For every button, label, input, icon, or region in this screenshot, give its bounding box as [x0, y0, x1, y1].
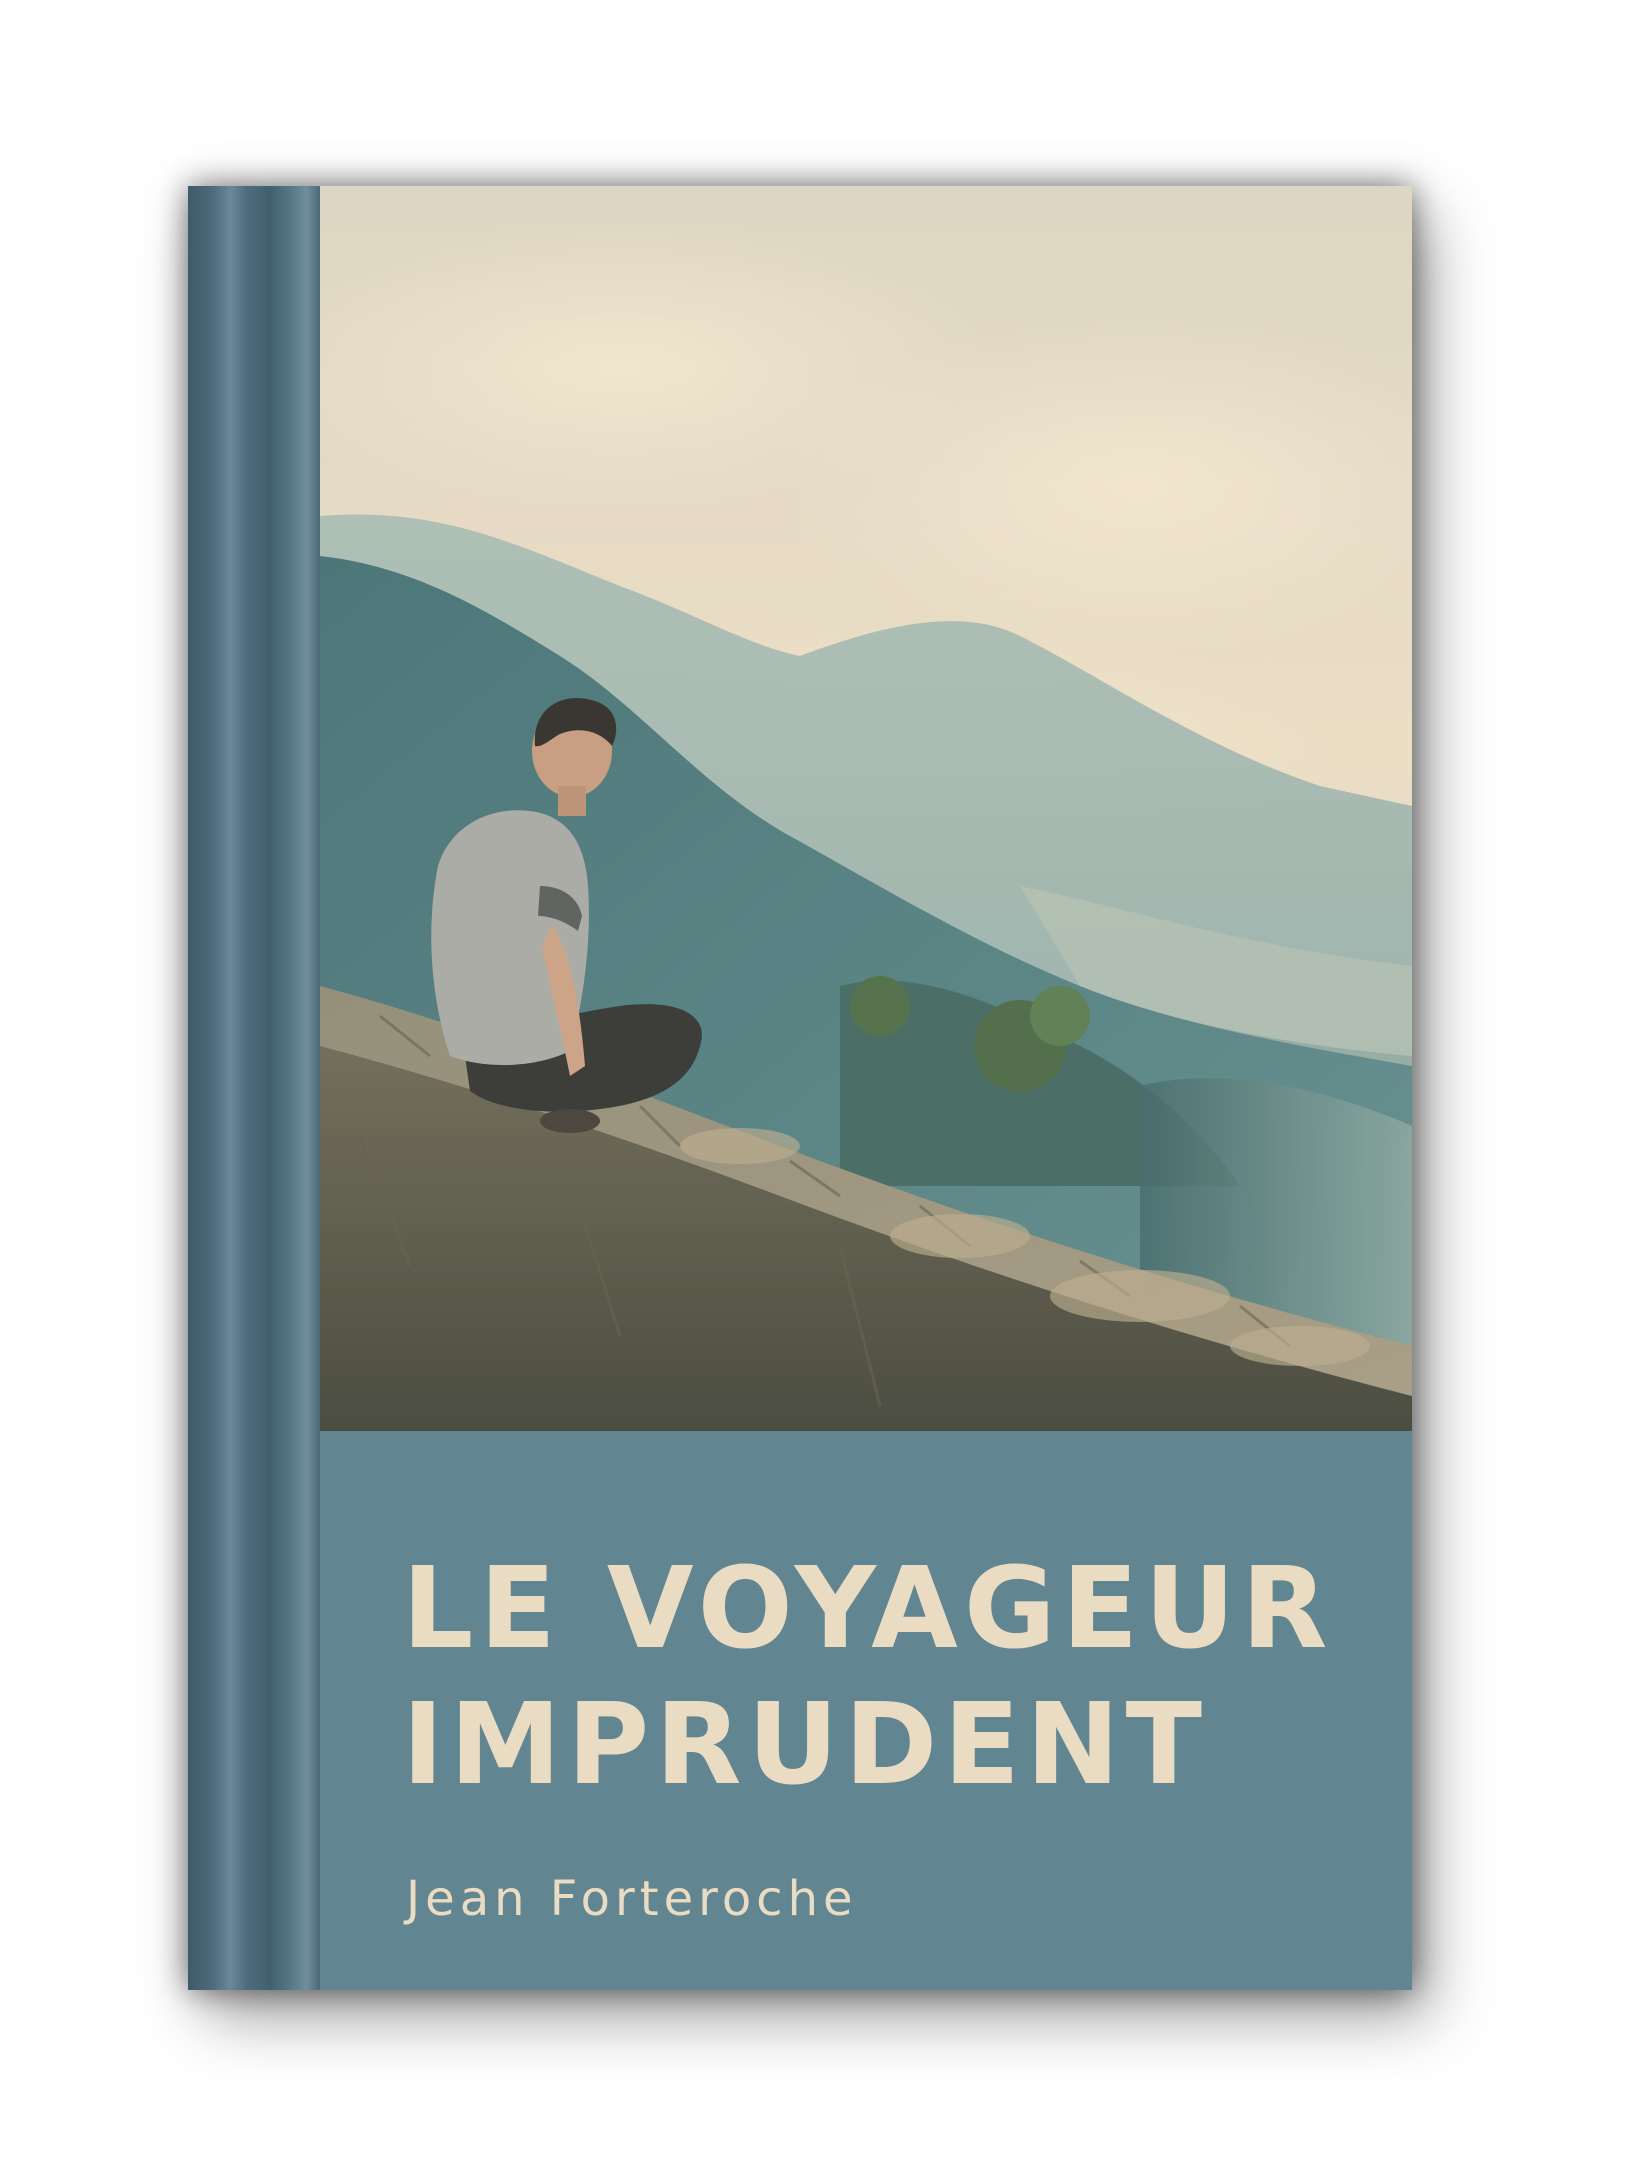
book-spine — [188, 186, 320, 1990]
title-line-1: LE VOYAGEUR — [402, 1544, 1334, 1674]
title-line-2: IMPRUDENT — [402, 1680, 1209, 1810]
book-cover: LE VOYAGEUR IMPRUDENT Jean Forteroche — [188, 186, 1412, 1990]
cover-photo — [320, 186, 1412, 1431]
cover-illustration — [320, 186, 1412, 1431]
title-panel: LE VOYAGEUR IMPRUDENT Jean Forteroche — [320, 1431, 1412, 1990]
book-title: LE VOYAGEUR IMPRUDENT — [402, 1541, 1333, 1813]
author-name: Jean Forteroche — [406, 1871, 858, 1927]
